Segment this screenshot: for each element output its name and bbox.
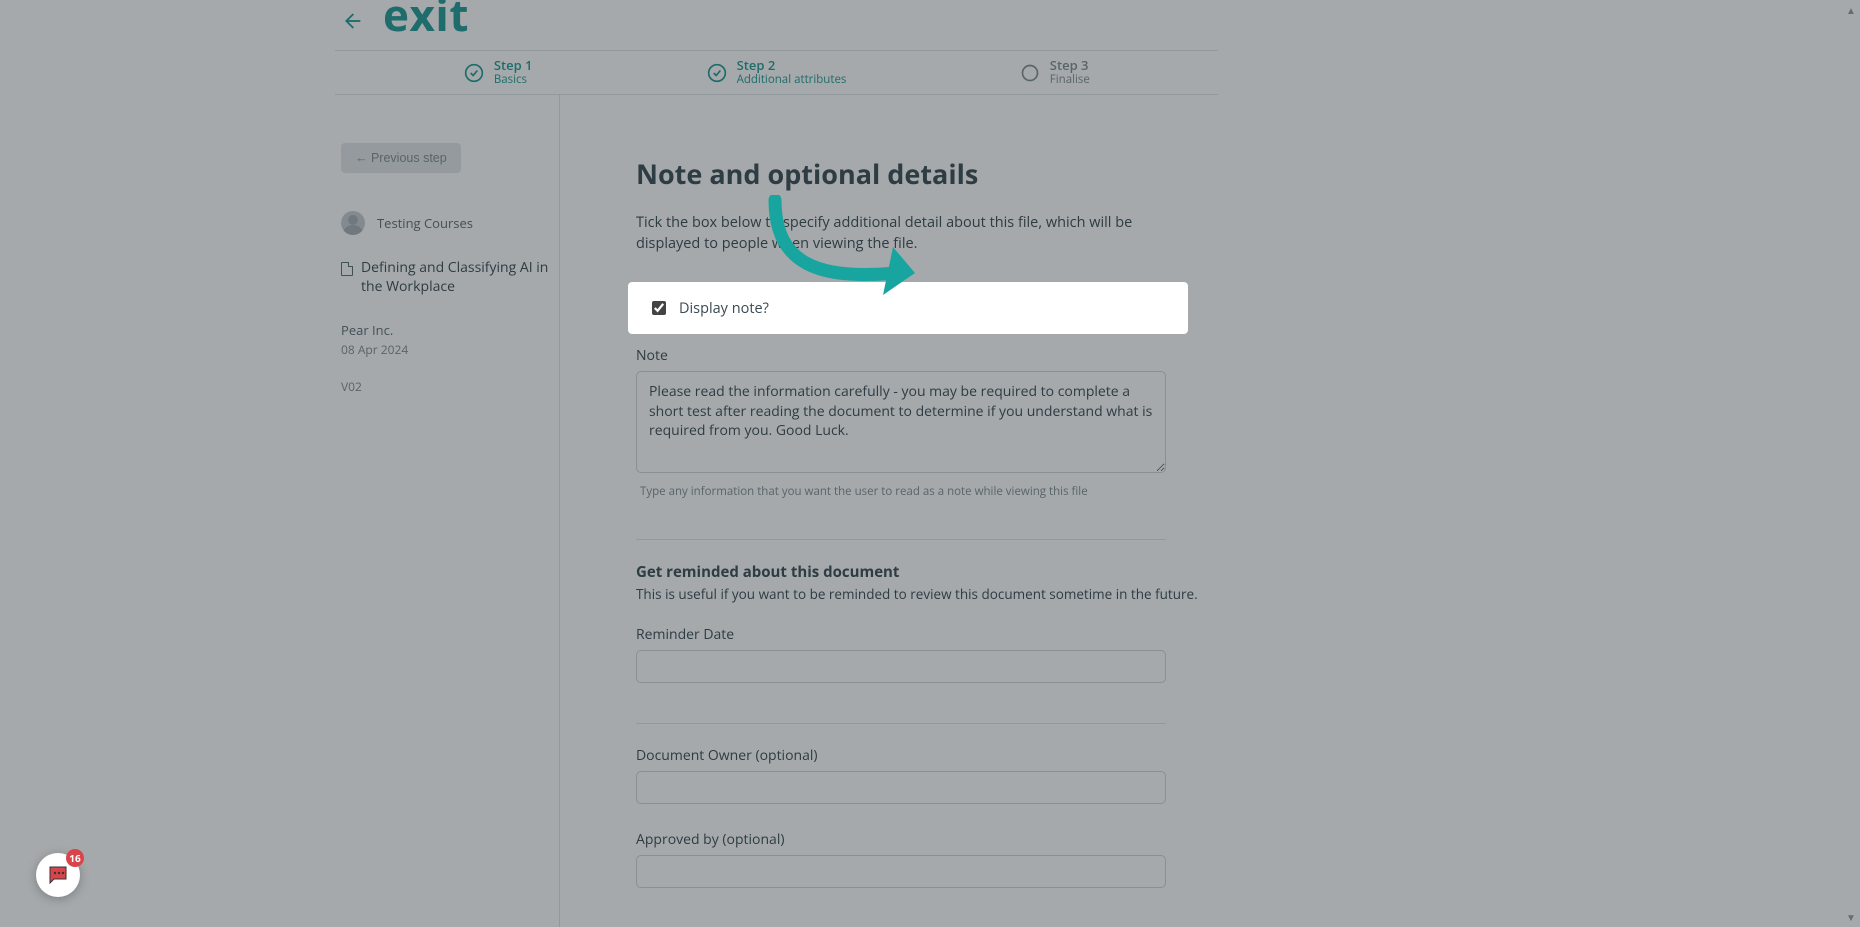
step-3-label: Finalise: [1050, 73, 1090, 86]
owner-label: Document Owner (optional): [636, 746, 1198, 765]
course-name: Testing Courses: [377, 214, 473, 232]
document-version: V02: [341, 378, 549, 395]
course-header: Testing Courses: [341, 211, 549, 235]
reminder-description: This is useful if you want to be reminde…: [636, 585, 1198, 603]
divider: [636, 723, 1166, 724]
body-wrap: ← Previous step Testing Courses Defining…: [335, 95, 1218, 927]
step-1-label: Basics: [494, 73, 533, 86]
circle-outline-icon: [1020, 63, 1040, 83]
display-note-row[interactable]: Display note?: [634, 288, 1182, 328]
step-1[interactable]: Step 1 Basics: [359, 58, 637, 86]
back-arrow-icon[interactable]: [337, 7, 365, 35]
step-2[interactable]: Step 2 Additional attributes: [637, 58, 915, 86]
note-label: Note: [636, 346, 1198, 365]
approved-by-input[interactable]: [636, 855, 1166, 888]
display-note-checkbox[interactable]: [652, 301, 666, 315]
document-owner-input[interactable]: [636, 771, 1166, 804]
chat-widget-button[interactable]: 16: [36, 853, 80, 897]
divider: [636, 539, 1166, 540]
scrollbar-down-icon[interactable]: ▼: [1845, 911, 1857, 923]
chat-badge: 16: [66, 849, 84, 867]
company-name: Pear Inc.: [341, 321, 549, 339]
display-note-label: Display note?: [679, 299, 769, 318]
step-3-num: Step 3: [1050, 58, 1090, 73]
top-header: exit: [335, 0, 1218, 51]
display-note-highlight: Display note?: [628, 282, 1188, 334]
reminder-heading: Get reminded about this document: [636, 562, 1198, 582]
reminder-date-input[interactable]: [636, 650, 1166, 683]
approved-by-label: Approved by (optional): [636, 830, 1198, 849]
document-title: Defining and Classifying AI in the Workp…: [361, 259, 549, 297]
exit-title[interactable]: exit: [383, 0, 469, 36]
check-circle-icon: [464, 63, 484, 83]
reminder-date-label: Reminder Date: [636, 625, 1198, 644]
section-title: Note and optional details: [636, 155, 1198, 192]
note-textarea[interactable]: [636, 371, 1166, 473]
section-description: Tick the box below to specify additional…: [636, 212, 1166, 254]
previous-step-button[interactable]: ← Previous step: [341, 143, 461, 173]
scrollbar-up-icon[interactable]: ▲: [1845, 4, 1857, 16]
document-icon: [341, 262, 353, 276]
check-circle-icon: [707, 63, 727, 83]
step-3[interactable]: Step 3 Finalise: [916, 58, 1194, 86]
left-pane: ← Previous step Testing Courses Defining…: [335, 95, 560, 927]
right-pane: Note and optional details Tick the box b…: [560, 95, 1218, 927]
step-indicator: Step 1 Basics Step 2 Additional attribut…: [335, 51, 1218, 95]
step-2-label: Additional attributes: [737, 73, 847, 86]
step-2-num: Step 2: [737, 58, 847, 73]
document-date: 08 Apr 2024: [341, 341, 549, 358]
document-title-row: Defining and Classifying AI in the Workp…: [341, 259, 549, 297]
note-hint: Type any information that you want the u…: [640, 484, 1198, 499]
step-1-num: Step 1: [494, 58, 533, 73]
avatar-icon: [341, 211, 365, 235]
